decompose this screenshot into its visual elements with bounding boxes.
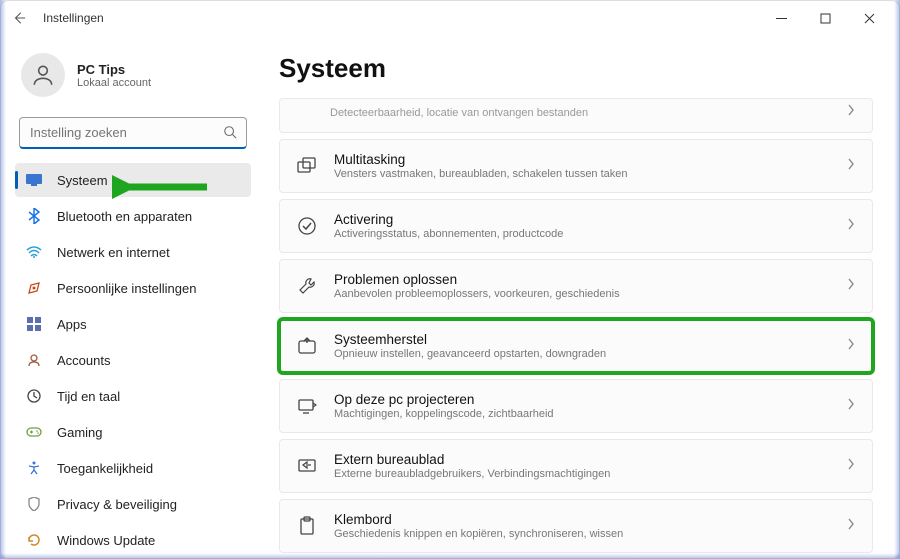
- maximize-button[interactable]: [803, 3, 847, 33]
- sidebar-item-time[interactable]: Tijd en taal: [15, 379, 251, 413]
- settings-card-check[interactable]: ActiveringActiveringsstatus, abonnemente…: [279, 199, 873, 253]
- multitask-icon: [296, 155, 318, 177]
- settings-card-multitask[interactable]: MultitaskingVensters vastmaken, bureaubl…: [279, 139, 873, 193]
- sidebar-item-system[interactable]: Systeem: [15, 163, 251, 197]
- settings-card-remote[interactable]: Extern bureaubladExterne bureaubladgebru…: [279, 439, 873, 493]
- sidebar-item-bluetooth[interactable]: Bluetooth en apparaten: [15, 199, 251, 233]
- check-icon: [296, 215, 318, 237]
- card-title: Extern bureaublad: [334, 452, 830, 467]
- time-icon: [25, 387, 43, 405]
- sidebar-item-gaming[interactable]: Gaming: [15, 415, 251, 449]
- card-title: Systeemherstel: [334, 332, 830, 347]
- sidebar-item-accounts[interactable]: Accounts: [15, 343, 251, 377]
- sidebar-item-label: Privacy & beveiliging: [57, 497, 177, 512]
- bluetooth-icon: [25, 207, 43, 225]
- sidebar-item-label: Systeem: [57, 173, 108, 188]
- sidebar-item-label: Tijd en taal: [57, 389, 120, 404]
- network-icon: [25, 243, 43, 261]
- chevron-right-icon: [846, 337, 856, 356]
- settings-card-recovery[interactable]: SysteemherstelOpnieuw instellen, geavanc…: [279, 319, 873, 373]
- card-subtitle: Externe bureaubladgebruikers, Verbinding…: [334, 468, 830, 480]
- card-title: Multitasking: [334, 152, 830, 167]
- sidebar-item-label: Bluetooth en apparaten: [57, 209, 192, 224]
- settings-card-list: Detecteerbaarheid, locatie van ontvangen…: [279, 98, 873, 553]
- sidebar-item-network[interactable]: Netwerk en internet: [15, 235, 251, 269]
- accessibility-icon: [25, 459, 43, 477]
- apps-icon: [25, 315, 43, 333]
- close-button[interactable]: [847, 3, 891, 33]
- sidebar-item-apps[interactable]: Apps: [15, 307, 251, 341]
- chevron-right-icon: [846, 397, 856, 416]
- settings-window: Instellingen PC Tips Lokaal account: [0, 0, 900, 559]
- sidebar-item-label: Accounts: [57, 353, 110, 368]
- sidebar-item-label: Persoonlijke instellingen: [57, 281, 196, 296]
- nav-list: Systeem Bluetooth en apparaten Netwerk en …: [15, 163, 251, 557]
- chevron-right-icon: [846, 103, 856, 122]
- minimize-button[interactable]: [759, 3, 803, 33]
- profile-block[interactable]: PC Tips Lokaal account: [15, 47, 251, 113]
- search-input[interactable]: [19, 117, 247, 149]
- back-button[interactable]: [9, 8, 29, 28]
- gaming-icon: [25, 423, 43, 441]
- window-title: Instellingen: [43, 11, 104, 25]
- card-subtitle: Opnieuw instellen, geavanceerd opstarten…: [334, 348, 830, 360]
- card-title: Activering: [334, 212, 830, 227]
- search-icon: [223, 125, 237, 144]
- page-title: Systeem: [279, 53, 873, 84]
- card-subtitle: Machtigingen, koppelingscode, zichtbaarh…: [334, 408, 830, 420]
- accounts-icon: [25, 351, 43, 369]
- settings-card-partial[interactable]: Detecteerbaarheid, locatie van ontvangen…: [279, 98, 873, 133]
- sidebar-item-personal[interactable]: Persoonlijke instellingen: [15, 271, 251, 305]
- sidebar-item-label: Netwerk en internet: [57, 245, 170, 260]
- chevron-right-icon: [846, 157, 856, 176]
- card-subtitle: Aanbevolen probleemoplossers, voorkeuren…: [334, 288, 830, 300]
- sidebar-item-privacy[interactable]: Privacy & beveiliging: [15, 487, 251, 521]
- card-subtitle: Detecteerbaarheid, locatie van ontvangen…: [330, 107, 830, 119]
- titlebar: Instellingen: [1, 1, 899, 35]
- chevron-right-icon: [846, 277, 856, 296]
- main-content: Systeem Detecteerbaarheid, locatie van o…: [261, 35, 899, 558]
- sidebar-item-update[interactable]: Windows Update: [15, 523, 251, 557]
- sidebar-item-label: Windows Update: [57, 533, 155, 548]
- privacy-icon: [25, 495, 43, 513]
- update-icon: [25, 531, 43, 549]
- recovery-icon: [296, 335, 318, 357]
- chevron-right-icon: [846, 517, 856, 536]
- sidebar-item-label: Gaming: [57, 425, 103, 440]
- sidebar: PC Tips Lokaal account Systeem Bluetooth …: [1, 35, 261, 558]
- sidebar-item-accessibility[interactable]: Toegankelijkheid: [15, 451, 251, 485]
- settings-card-clipboard[interactable]: KlembordGeschiedenis knippen en kopiëren…: [279, 499, 873, 553]
- card-title: Problemen oplossen: [334, 272, 830, 287]
- remote-icon: [296, 455, 318, 477]
- personal-icon: [25, 279, 43, 297]
- card-subtitle: Geschiedenis knippen en kopiëren, synchr…: [334, 528, 830, 540]
- chevron-right-icon: [846, 457, 856, 476]
- settings-card-wrench[interactable]: Problemen oplossenAanbevolen probleemopl…: [279, 259, 873, 313]
- clipboard-icon: [296, 515, 318, 537]
- project-icon: [296, 395, 318, 417]
- profile-name: PC Tips: [77, 62, 151, 77]
- chevron-right-icon: [846, 217, 856, 236]
- avatar: [21, 53, 65, 97]
- card-title: Op deze pc projecteren: [334, 392, 830, 407]
- card-title: Klembord: [334, 512, 830, 527]
- sidebar-item-label: Apps: [57, 317, 87, 332]
- card-subtitle: Vensters vastmaken, bureaubladen, schake…: [334, 168, 830, 180]
- wrench-icon: [296, 275, 318, 297]
- profile-subtitle: Lokaal account: [77, 77, 151, 89]
- card-subtitle: Activeringsstatus, abonnementen, product…: [334, 228, 830, 240]
- sidebar-item-label: Toegankelijkheid: [57, 461, 153, 476]
- settings-card-project[interactable]: Op deze pc projecterenMachtigingen, kopp…: [279, 379, 873, 433]
- system-icon: [25, 171, 43, 189]
